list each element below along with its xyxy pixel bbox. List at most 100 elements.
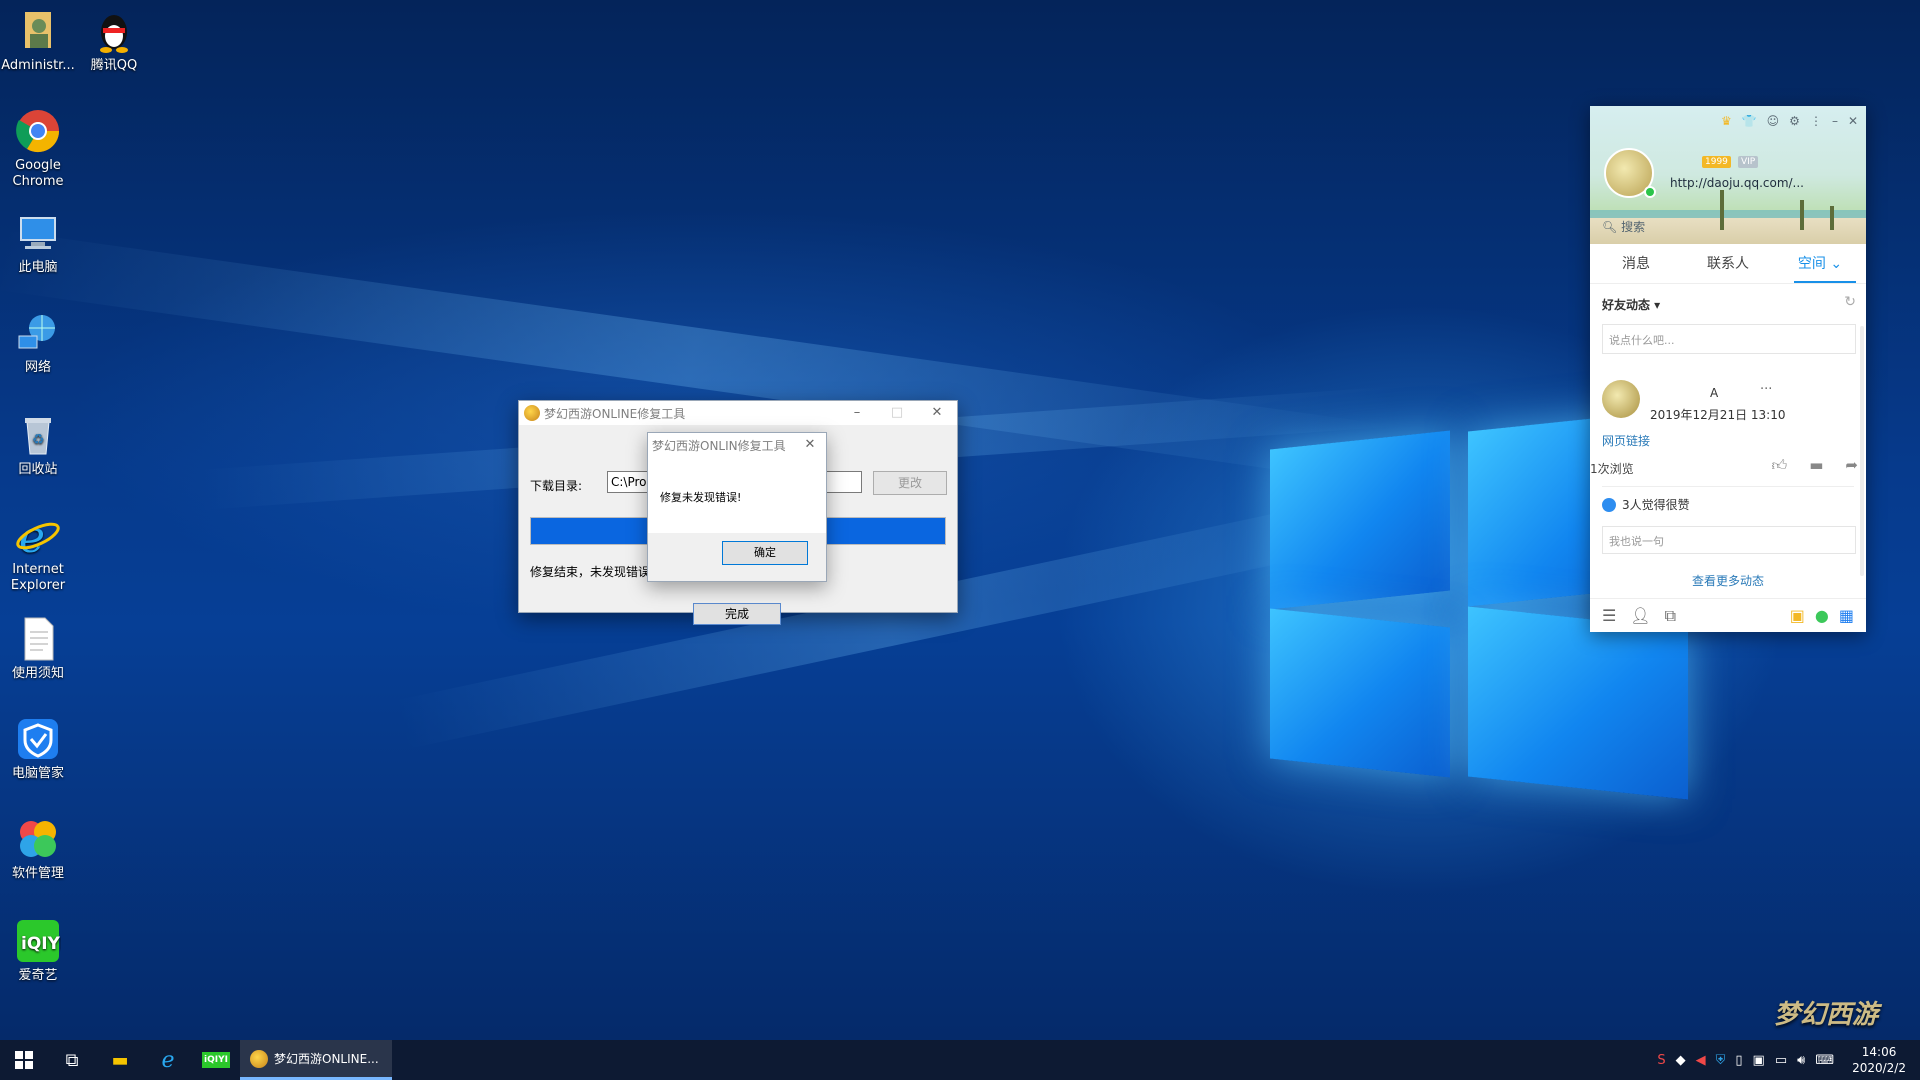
clock[interactable]: 14:06 2020/2/2: [1844, 1044, 1914, 1076]
online-status-icon[interactable]: [1644, 186, 1656, 198]
comment-input[interactable]: 我也说一句: [1602, 526, 1856, 554]
network-icon: [15, 310, 61, 356]
scrollbar[interactable]: [1860, 326, 1864, 576]
message-box-close-button[interactable]: ✕: [794, 433, 826, 457]
refresh-icon[interactable]: ↻: [1844, 294, 1856, 310]
feed-more-button[interactable]: ···: [1760, 382, 1772, 397]
message-box-titlebar[interactable]: 梦幻西游ONLIN修复工具 ✕: [648, 433, 826, 457]
document-icon: [15, 616, 61, 662]
message-box-title: 梦幻西游ONLIN修复工具: [652, 438, 786, 453]
network-icon[interactable]: ▭: [1775, 1053, 1787, 1068]
main-menu-icon[interactable]: ☰: [1602, 606, 1616, 625]
feed-timestamp: 2019年12月21日 13:10: [1650, 408, 1786, 422]
face-icon[interactable]: ☺: [1767, 114, 1780, 128]
vip-badge[interactable]: 1999: [1702, 156, 1731, 168]
like-icon[interactable]: 👍︎: [1772, 456, 1788, 475]
feed-actions: 👍︎ ▬ ➦: [1772, 456, 1858, 475]
software-manager-icon: [15, 816, 61, 862]
desktop-icon-label: 回收站: [18, 462, 58, 477]
ok-button[interactable]: 确定: [722, 541, 808, 565]
repair-window-titlebar[interactable]: 梦幻西游ONLINE修复工具 – □ ✕: [519, 401, 957, 425]
minimize-icon[interactable]: –: [1832, 114, 1838, 128]
desktop-icon-label: 网络: [24, 360, 51, 375]
desktop-icon-label: Google Chrome: [12, 158, 64, 189]
desktop-icon-readme[interactable]: 使用须知: [0, 616, 76, 682]
iqiyi-icon: iQIYI: [15, 918, 66, 964]
ie-icon: e: [15, 512, 61, 563]
likes-text: 3人觉得很赞: [1622, 498, 1690, 512]
desktop-icon-label: 软件管理: [11, 866, 64, 881]
taskbar-file-explorer[interactable]: ▬: [96, 1040, 144, 1080]
red-arrow-icon[interactable]: ◀: [1696, 1053, 1706, 1068]
folder-icon: ▬: [111, 1049, 129, 1071]
add-friend-icon[interactable]: 👤︎: [1630, 606, 1650, 625]
feed-avatar[interactable]: [1602, 380, 1640, 418]
qq-top-toolbar: ♛ 👕 ☺ ⚙ ⋮ – ✕: [1721, 114, 1858, 128]
more-icon[interactable]: ⋮: [1810, 114, 1822, 128]
taskbar-repair-tool[interactable]: 梦幻西游ONLINE...: [240, 1040, 392, 1080]
search-icon: 🔍︎: [1602, 220, 1622, 234]
qq-search[interactable]: 🔍︎ 搜索: [1602, 218, 1645, 235]
tab-qzone[interactable]: 空间 ⌄: [1774, 244, 1866, 283]
share-icon[interactable]: ➦: [1845, 456, 1858, 475]
crown-icon[interactable]: ♛: [1721, 114, 1732, 128]
comment-icon[interactable]: ▬: [1809, 456, 1823, 475]
view-more-feed-link[interactable]: 查看更多动态: [1590, 572, 1866, 589]
taskbar-iqiyi[interactable]: iQIYI: [192, 1040, 240, 1080]
change-dir-button[interactable]: 更改: [873, 471, 947, 495]
message-box-dialog: 梦幻西游ONLIN修复工具 ✕ 修复未发现错误! 确定: [647, 432, 827, 582]
desktop-icon-qq[interactable]: 腾讯QQ: [76, 8, 152, 74]
desktop-icon-software-manager[interactable]: 软件管理: [0, 816, 76, 882]
screenshot-icon[interactable]: ▣: [1753, 1053, 1765, 1068]
friend-feed-dropdown[interactable]: 好友动态 ▾: [1602, 296, 1660, 313]
desktop-icon-label: 爱奇艺: [18, 968, 58, 983]
qq-tray-icon[interactable]: ◆: [1676, 1053, 1686, 1068]
post-input[interactable]: 说点什么吧...: [1602, 324, 1856, 354]
taskbar: ⧉ ▬ e iQIYI 梦幻西游ONLINE... S ◆ ◀ ⛨ ▯ ▣ ▭ …: [0, 1040, 1920, 1080]
file-assistant-icon[interactable]: ⧉: [1665, 606, 1676, 626]
done-button[interactable]: 完成: [693, 603, 781, 625]
minimize-button[interactable]: –: [837, 401, 877, 425]
desktop-icon-internet-explorer[interactable]: e Internet Explorer: [0, 512, 76, 594]
tab-messages[interactable]: 消息: [1590, 244, 1682, 283]
app-manager-icon[interactable]: ▦: [1839, 606, 1854, 625]
game-icon[interactable]: ▣: [1790, 606, 1805, 625]
window-title: 梦幻西游ONLINE修复工具: [544, 406, 686, 421]
qq-penguin-icon: [91, 8, 137, 54]
desktop-icon-label: Administr...: [1, 58, 75, 73]
feed-author-name[interactable]: A: [1710, 386, 1718, 400]
app-logo-icon: [524, 405, 540, 421]
desktop-icon-chrome[interactable]: Google Chrome: [0, 108, 76, 190]
desktop-icon-administrator[interactable]: Administr...: [0, 8, 76, 74]
tab-contacts[interactable]: 联系人: [1682, 244, 1774, 283]
qq-wallet-icon[interactable]: ●: [1815, 606, 1829, 625]
divider: [1602, 486, 1854, 487]
taskbar-internet-explorer[interactable]: e: [144, 1040, 192, 1080]
start-button[interactable]: [0, 1040, 48, 1080]
feed-web-link[interactable]: 网页链接: [1602, 432, 1650, 449]
volume-icon[interactable]: 🔊︎: [1797, 1053, 1805, 1068]
desktop-icon-label: Internet Explorer: [10, 562, 66, 593]
task-view-button[interactable]: ⧉: [48, 1040, 96, 1080]
usb-icon[interactable]: ▯: [1735, 1053, 1742, 1068]
desktop-icon-recycle-bin[interactable]: ♻ 回收站: [0, 412, 76, 478]
feed-likes[interactable]: 3人觉得很赞: [1602, 496, 1690, 513]
keyboard-icon[interactable]: ⌨: [1815, 1053, 1834, 1068]
sogou-ime-icon[interactable]: S: [1657, 1053, 1665, 1068]
vip-badge-secondary[interactable]: VIP: [1738, 156, 1759, 168]
desktop-icon-iqiyi[interactable]: iQIYI 爱奇艺: [0, 918, 76, 984]
desktop-icon-label: 此电脑: [18, 260, 58, 275]
download-dir-label: 下载目录:: [530, 479, 583, 493]
close-icon[interactable]: ✕: [1848, 114, 1858, 128]
qq-bottom-bar: ☰ 👤︎ ⧉ ▣ ● ▦: [1590, 598, 1866, 632]
desktop-icon-pc-manager[interactable]: 电脑管家: [0, 716, 76, 782]
desktop-icon-network[interactable]: 网络: [0, 310, 76, 376]
desktop-icon-label: 腾讯QQ: [90, 58, 138, 73]
skin-icon[interactable]: 👕: [1742, 114, 1757, 128]
desktop-icon-this-pc[interactable]: 此电脑: [0, 210, 76, 276]
close-button[interactable]: ✕: [917, 401, 957, 425]
maximize-button[interactable]: □: [877, 401, 917, 425]
settings-icon[interactable]: ⚙: [1789, 114, 1800, 128]
shield-icon[interactable]: ⛨: [1716, 1053, 1726, 1068]
signature-text[interactable]: http://daoju.qq.com/...: [1670, 176, 1804, 190]
